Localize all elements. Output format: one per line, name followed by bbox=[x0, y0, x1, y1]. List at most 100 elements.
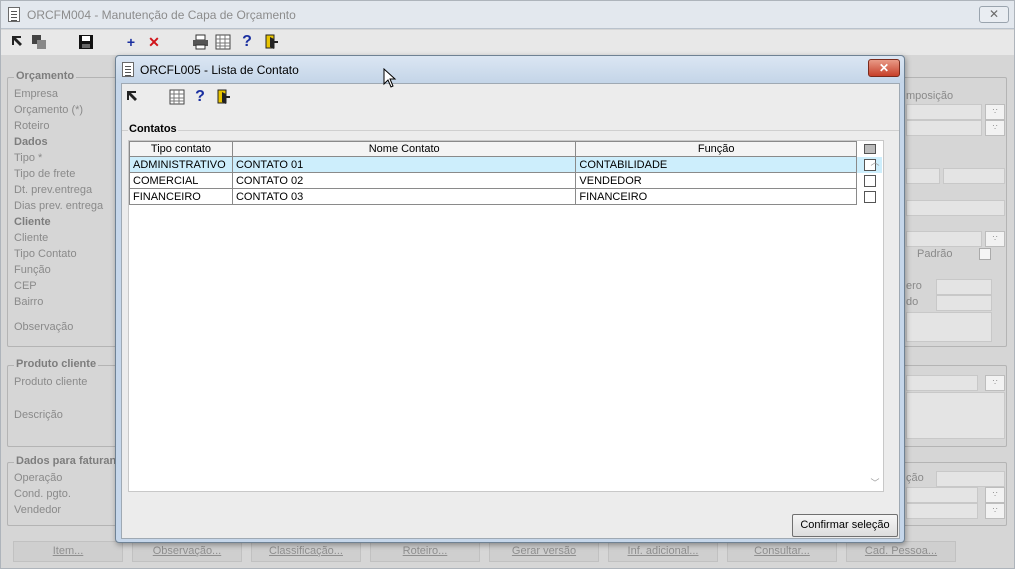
inf-adicional-button[interactable]: Inf. adicional... bbox=[608, 541, 718, 562]
label-situacao-partial: ção bbox=[906, 472, 924, 484]
add-icon[interactable]: + bbox=[123, 34, 139, 50]
lookup-button: ∵ bbox=[985, 503, 1005, 519]
lookup-button: ∵ bbox=[985, 375, 1005, 391]
contacts-table: Tipo contato Nome Contato Função ADMINIS… bbox=[129, 141, 883, 205]
label-padrao: Padrão bbox=[917, 248, 953, 260]
padrao-checkbox bbox=[979, 248, 991, 260]
grid-icon[interactable] bbox=[169, 89, 185, 105]
label-operacao: Operação bbox=[14, 472, 63, 484]
field-situacao bbox=[936, 471, 1005, 487]
dialog-title: ORCFL005 - Lista de Contato bbox=[140, 63, 299, 77]
scroll-up-icon[interactable]: ︿ bbox=[870, 155, 880, 168]
label-orcamento: Orçamento (*) bbox=[14, 104, 84, 116]
dialog-title-bar[interactable]: ORCFL005 - Lista de Contato ✕ bbox=[116, 56, 904, 83]
field-vendedor bbox=[906, 503, 978, 519]
cell-tipo-contato[interactable]: COMERCIAL bbox=[129, 172, 233, 189]
label-dt-prev-entrega: Dt. prev.entrega bbox=[14, 184, 93, 196]
group-produto-cliente-title: Produto cliente bbox=[14, 358, 99, 370]
cell-funcao[interactable]: VENDEDOR bbox=[575, 172, 857, 189]
field-cond-pgto bbox=[906, 487, 978, 503]
dialog-toolbar: ? bbox=[122, 84, 899, 110]
field-cliente bbox=[906, 231, 982, 247]
label-tipo-contato: Tipo Contato bbox=[14, 248, 77, 260]
document-icon bbox=[122, 62, 134, 77]
help-icon[interactable]: ? bbox=[239, 34, 255, 50]
field-frete-desc bbox=[943, 168, 1005, 184]
field-composicao bbox=[906, 104, 982, 120]
field-estado bbox=[936, 295, 992, 311]
cell-tipo-contato[interactable]: ADMINISTRATIVO bbox=[129, 156, 233, 173]
observacao-button[interactable]: Observação... bbox=[132, 541, 242, 562]
save-icon[interactable] bbox=[78, 34, 94, 50]
field-produto-cliente bbox=[906, 375, 978, 391]
group-orcamento-title: Orçamento bbox=[14, 70, 77, 82]
arrow-icon[interactable] bbox=[9, 34, 25, 50]
label-roteiro: Roteiro bbox=[14, 120, 50, 132]
dialog-close-button[interactable]: ✕ bbox=[868, 59, 900, 77]
classificacao-button[interactable]: Classificação... bbox=[251, 541, 361, 562]
copy-icon[interactable] bbox=[31, 34, 47, 50]
delete-icon[interactable]: ✕ bbox=[146, 34, 162, 50]
field-dias bbox=[906, 200, 1005, 216]
cell-funcao[interactable]: FINANCEIRO bbox=[575, 188, 857, 205]
label-vendedor: Vendedor bbox=[14, 504, 62, 516]
main-window-title: ORCFM004 - Manutenção de Capa de Orçamen… bbox=[27, 8, 296, 22]
label-tipo: Tipo * bbox=[14, 152, 43, 164]
column-header-nome-contato[interactable]: Nome Contato bbox=[231, 141, 577, 157]
main-toolbar: + ✕ ? bbox=[1, 30, 1014, 55]
gerar-versao-button[interactable]: Gerar versão bbox=[489, 541, 599, 562]
lookup-button: ∵ bbox=[985, 120, 1005, 136]
label-composicao-partial: mposição bbox=[906, 90, 954, 102]
consultar-button[interactable]: Consultar... bbox=[727, 541, 837, 562]
label-descricao: Descrição bbox=[14, 409, 63, 421]
label-dias-prev-entrega: Dias prev. entrega bbox=[14, 200, 104, 212]
item-button[interactable]: Item... bbox=[13, 541, 123, 562]
label-cliente: Cliente bbox=[14, 232, 49, 244]
label-observacao: Observação bbox=[14, 321, 74, 333]
field-frete bbox=[906, 168, 940, 184]
label-tipo-frete: Tipo de frete bbox=[14, 168, 76, 180]
subsection-dados: Dados bbox=[14, 136, 48, 148]
main-title-bar: ORCFM004 - Manutenção de Capa de Orçamen… bbox=[1, 1, 1014, 29]
cell-nome-contato[interactable]: CONTATO 02 bbox=[231, 172, 577, 189]
vertical-scrollbar[interactable]: ︿ ﹀ bbox=[867, 153, 883, 491]
help-icon[interactable]: ? bbox=[192, 89, 208, 105]
print-icon[interactable] bbox=[192, 34, 208, 50]
table-header-row: Tipo contato Nome Contato Função bbox=[129, 141, 883, 157]
group-contatos-title: Contatos bbox=[128, 123, 178, 135]
mouse-cursor-icon bbox=[383, 68, 397, 88]
label-produto-cliente: Produto cliente bbox=[14, 376, 88, 388]
cell-nome-contato[interactable]: CONTATO 01 bbox=[231, 156, 577, 173]
grid-icon[interactable] bbox=[215, 34, 231, 50]
exit-icon[interactable] bbox=[263, 34, 279, 50]
arrow-icon[interactable] bbox=[124, 89, 140, 105]
table-row[interactable]: FINANCEIRO CONTATO 03 FINANCEIRO bbox=[129, 188, 883, 205]
cell-nome-contato[interactable]: CONTATO 03 bbox=[231, 188, 577, 205]
field-roteiro bbox=[906, 120, 982, 136]
field-observacao bbox=[906, 312, 992, 342]
label-funcao: Função bbox=[14, 264, 51, 276]
document-icon bbox=[8, 7, 20, 22]
table-row[interactable]: COMERCIAL CONTATO 02 VENDEDOR bbox=[129, 172, 883, 189]
field-numero bbox=[936, 279, 992, 295]
column-header-tipo-contato[interactable]: Tipo contato bbox=[129, 141, 233, 157]
cell-tipo-contato[interactable]: FINANCEIRO bbox=[129, 188, 233, 205]
contact-list-dialog: ORCFL005 - Lista de Contato ✕ ? Contatos bbox=[115, 55, 905, 543]
label-cond-pgto: Cond. pgto. bbox=[14, 488, 71, 500]
cad-pessoa-button[interactable]: Cad. Pessoa... bbox=[846, 541, 956, 562]
scroll-down-icon[interactable]: ﹀ bbox=[870, 476, 880, 489]
cell-funcao[interactable]: CONTABILIDADE bbox=[575, 156, 857, 173]
lookup-button: ∵ bbox=[985, 487, 1005, 503]
lookup-button: ∵ bbox=[985, 231, 1005, 247]
label-numero-partial: ero bbox=[906, 280, 922, 292]
exit-icon[interactable] bbox=[215, 89, 231, 105]
confirm-selection-button[interactable]: Confirmar seleção bbox=[792, 514, 898, 537]
lookup-button: ∵ bbox=[985, 104, 1005, 120]
label-bairro: Bairro bbox=[14, 296, 44, 308]
column-header-funcao[interactable]: Função bbox=[575, 141, 857, 157]
roteiro-button[interactable]: Roteiro... bbox=[370, 541, 480, 562]
main-close-button[interactable]: ✕ bbox=[979, 6, 1009, 23]
table-row[interactable]: ADMINISTRATIVO CONTATO 01 CONTABILIDADE bbox=[129, 156, 883, 173]
dialog-body: ? Contatos Tipo contato Nome Contato Fun… bbox=[121, 83, 900, 539]
label-estado-partial: do bbox=[906, 296, 919, 308]
